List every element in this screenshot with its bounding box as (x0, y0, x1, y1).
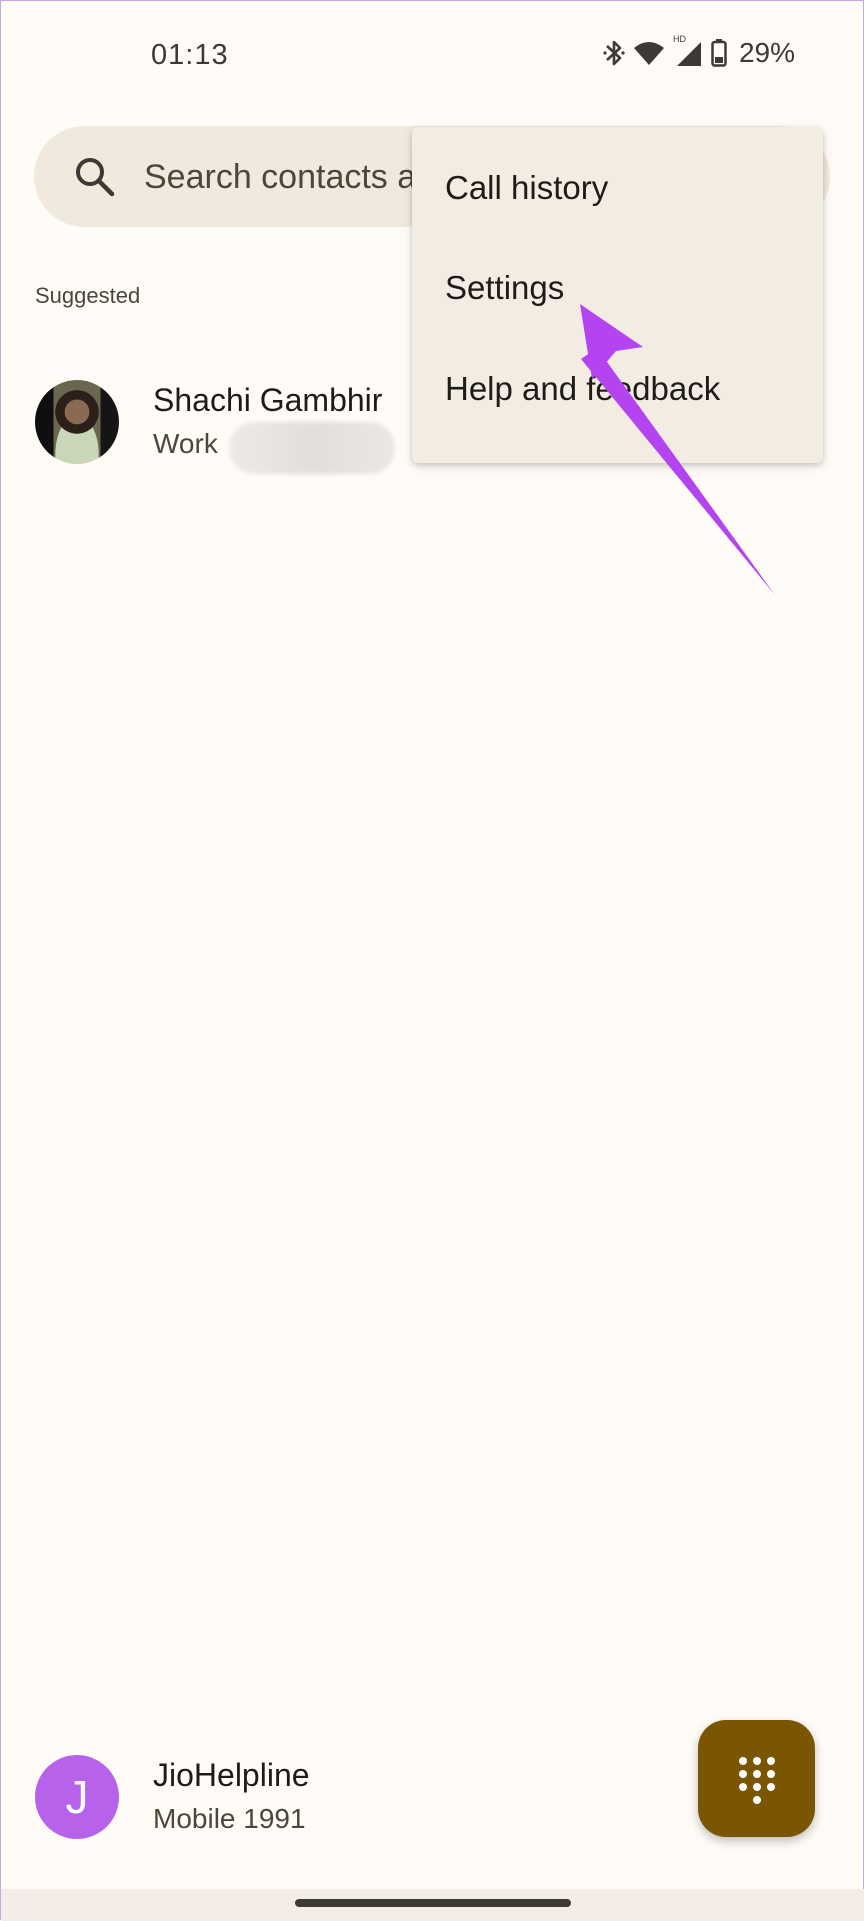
menu-item-call-history[interactable]: Call history (412, 135, 823, 235)
search-input[interactable]: Search contacts a (144, 158, 416, 197)
bluetooth-icon (603, 40, 625, 66)
menu-item-label: Help and feedback (445, 370, 721, 407)
wifi-icon (633, 42, 664, 65)
contact-name: Shachi Gambhir (153, 382, 383, 418)
overflow-menu: Call history Settings Help and feedback (412, 127, 823, 463)
contact-detail: Mobile 1991 (153, 1803, 306, 1834)
dialpad-icon (739, 1757, 775, 1804)
battery-percent: 29% (738, 37, 795, 68)
battery-icon (711, 39, 727, 67)
status-icons: HD 29% (603, 34, 795, 69)
navigation-bar (1, 1889, 864, 1921)
menu-item-label: Settings (445, 269, 565, 306)
contact-number-type: Work (153, 428, 218, 459)
avatar[interactable] (35, 380, 119, 464)
dialpad-button[interactable] (698, 1720, 815, 1837)
cell-signal-icon: HD (673, 34, 703, 68)
menu-item-help-and-feedback[interactable]: Help and feedback (412, 336, 823, 436)
status-bar: 01:13 HD 29% (1, 1, 864, 111)
menu-item-label: Call history (445, 169, 609, 206)
gesture-handle[interactable] (295, 1899, 571, 1907)
avatar[interactable]: J (35, 1755, 119, 1839)
search-icon (76, 158, 115, 197)
contact-name: JioHelpline (153, 1757, 310, 1793)
status-time: 01:13 (151, 39, 229, 71)
menu-item-settings[interactable]: Settings (412, 235, 823, 335)
blurred-phone-number (229, 422, 395, 474)
section-label-suggested: Suggested (35, 283, 141, 308)
